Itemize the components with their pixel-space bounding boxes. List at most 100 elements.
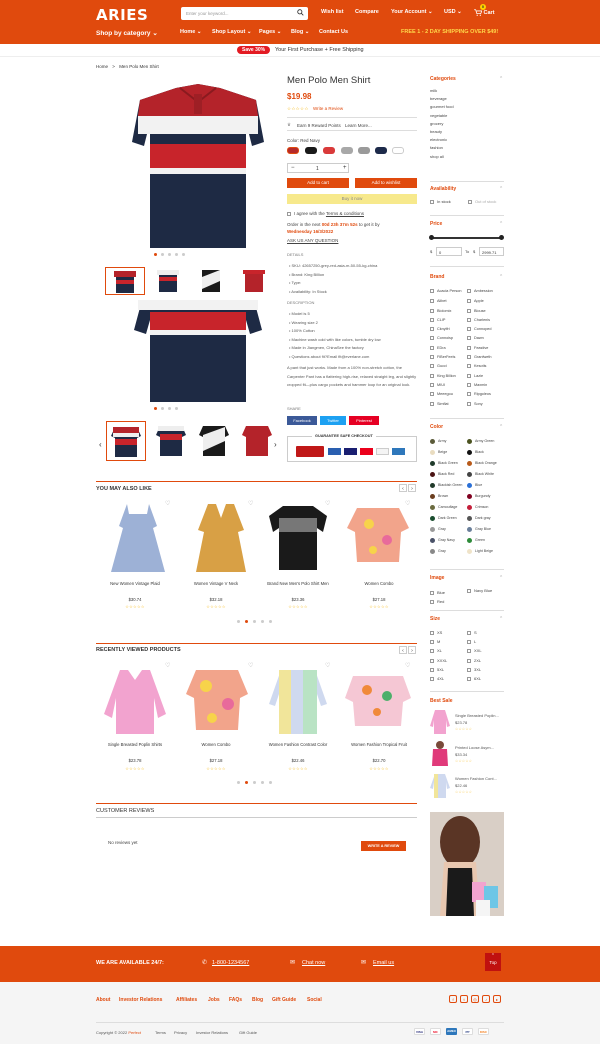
footer-link-jobs[interactable]: Jobs: [208, 997, 220, 1003]
checkbox[interactable]: [430, 599, 434, 604]
color-swatch-dot[interactable]: [467, 504, 472, 510]
swatch-red[interactable]: [323, 147, 335, 154]
nav-contact[interactable]: Contact Us: [319, 29, 348, 35]
brand-filter[interactable]: Acacia Person: [430, 287, 464, 296]
collapse-icon[interactable]: ⌃: [499, 221, 503, 227]
checkbox[interactable]: [467, 676, 471, 681]
qty-plus-button[interactable]: +: [343, 165, 347, 171]
size-filter[interactable]: 6XL: [467, 674, 482, 683]
checkbox[interactable]: [430, 676, 434, 681]
quantity-stepper[interactable]: − 1 +: [287, 163, 349, 173]
price-slider-track[interactable]: [432, 237, 502, 239]
color-filter[interactable]: Army Green: [467, 436, 504, 447]
carousel-dot-active[interactable]: [245, 781, 248, 784]
nav-blog[interactable]: Blog ⌄: [291, 29, 309, 35]
cart-button[interactable]: Cart: [474, 9, 495, 16]
chat-link[interactable]: Chat now: [302, 960, 325, 966]
checkbox[interactable]: [430, 355, 434, 360]
checkbox[interactable]: [468, 199, 472, 204]
checkbox[interactable]: [467, 373, 471, 378]
category-item[interactable]: gourmet food: [430, 103, 454, 111]
color-filter[interactable]: Light Beige: [467, 546, 504, 557]
product-name[interactable]: Women Combo: [340, 581, 418, 586]
write-review-link[interactable]: Write a Review: [313, 106, 343, 111]
checkbox[interactable]: [430, 640, 434, 645]
checkbox[interactable]: [430, 317, 434, 322]
checkbox[interactable]: [467, 667, 471, 672]
out-of-stock-filter[interactable]: Out of stock: [468, 199, 496, 204]
main-product-image[interactable]: [128, 82, 268, 252]
category-item[interactable]: milk: [430, 87, 454, 95]
best-sale-name[interactable]: Single Breasted Poplin...: [455, 713, 505, 718]
product-image-polo-shirt[interactable]: [263, 502, 333, 574]
size-filter[interactable]: 4XL: [430, 674, 447, 683]
product-name[interactable]: Women Vintage V Neck: [177, 581, 255, 586]
color-swatch-dot[interactable]: [467, 493, 472, 499]
checkbox[interactable]: [430, 590, 434, 595]
swatch-gray[interactable]: [341, 147, 353, 154]
size-filter[interactable]: XXXL: [430, 656, 447, 665]
image-dot-active[interactable]: [154, 407, 157, 410]
color-filter[interactable]: Burgundy: [467, 491, 504, 502]
add-to-wishlist-button[interactable]: Add to wishlist: [355, 178, 417, 188]
best-sale-name[interactable]: Printed Loose Asym...: [455, 745, 505, 750]
checkbox[interactable]: [430, 327, 434, 332]
checkbox[interactable]: [467, 364, 471, 369]
qty-value[interactable]: 1: [316, 166, 319, 172]
terms-link[interactable]: Terms & conditions: [326, 211, 364, 216]
product-image-tropical-fruit[interactable]: [343, 664, 413, 738]
checkbox[interactable]: [430, 667, 434, 672]
checkbox[interactable]: [467, 327, 471, 332]
product-name[interactable]: Single Breasted Poplin Shirts: [96, 742, 174, 747]
color-filter[interactable]: Gray: [430, 546, 466, 557]
category-item[interactable]: beauty: [430, 128, 454, 136]
brand-filter[interactable]: Sony: [467, 400, 504, 409]
image-dot[interactable]: [182, 253, 185, 256]
color-swatch-dot[interactable]: [467, 438, 472, 444]
image-dot[interactable]: [161, 253, 164, 256]
carousel-dot[interactable]: [237, 781, 240, 784]
color-filter[interactable]: Brown: [430, 491, 466, 502]
carousel-dot[interactable]: [261, 620, 264, 623]
checkbox[interactable]: [430, 345, 434, 350]
image-dot[interactable]: [175, 253, 178, 256]
checkbox[interactable]: [467, 588, 471, 593]
carousel-dot-active[interactable]: [245, 620, 248, 623]
share-facebook-button[interactable]: Facebook: [287, 416, 317, 425]
checkbox[interactable]: [430, 364, 434, 369]
footer-bottom-terms[interactable]: Terms: [155, 1030, 166, 1035]
account-link[interactable]: Your Account ⌄: [391, 9, 433, 15]
checkbox[interactable]: [467, 658, 471, 663]
brand-filter[interactable]: Ripgoleos: [467, 390, 504, 399]
thumbnail[interactable]: [152, 421, 190, 461]
in-stock-filter[interactable]: In stock: [430, 199, 451, 204]
category-item[interactable]: electronic: [430, 136, 454, 144]
color-swatch-dot[interactable]: [467, 449, 472, 455]
thumbnail-prev-arrow[interactable]: ‹: [99, 440, 102, 449]
site-logo[interactable]: ARIES: [96, 6, 148, 24]
checkbox[interactable]: [430, 658, 434, 663]
color-swatch-dot[interactable]: [430, 482, 435, 488]
color-filter[interactable]: Black Orange: [467, 458, 504, 469]
size-filter[interactable]: XL: [430, 646, 447, 655]
brand-filter[interactable]: EDra: [430, 344, 464, 353]
checkbox[interactable]: [430, 382, 434, 387]
image-dot[interactable]: [161, 407, 164, 410]
thumbnail-active[interactable]: [106, 421, 146, 461]
checkbox[interactable]: [430, 336, 434, 341]
swatch-gray-2[interactable]: [358, 147, 370, 154]
learn-more-link[interactable]: Learn More...: [345, 123, 372, 128]
color-swatch-dot[interactable]: [430, 515, 435, 521]
size-filter[interactable]: 3XL: [467, 665, 482, 674]
price-max-input[interactable]: 2999.71: [479, 247, 504, 256]
color-swatch-dot[interactable]: [467, 482, 472, 488]
carousel-dot[interactable]: [253, 620, 256, 623]
carousel-dot[interactable]: [237, 620, 240, 623]
carousel-dot[interactable]: [253, 781, 256, 784]
nav-home[interactable]: Home ⌄: [180, 29, 201, 35]
brand-filter[interactable]: Connoisp: [430, 334, 464, 343]
checkbox[interactable]: [467, 317, 471, 322]
collapse-icon[interactable]: ⌃: [499, 76, 503, 82]
checkbox[interactable]: [430, 308, 434, 313]
color-swatch-dot[interactable]: [430, 460, 435, 466]
